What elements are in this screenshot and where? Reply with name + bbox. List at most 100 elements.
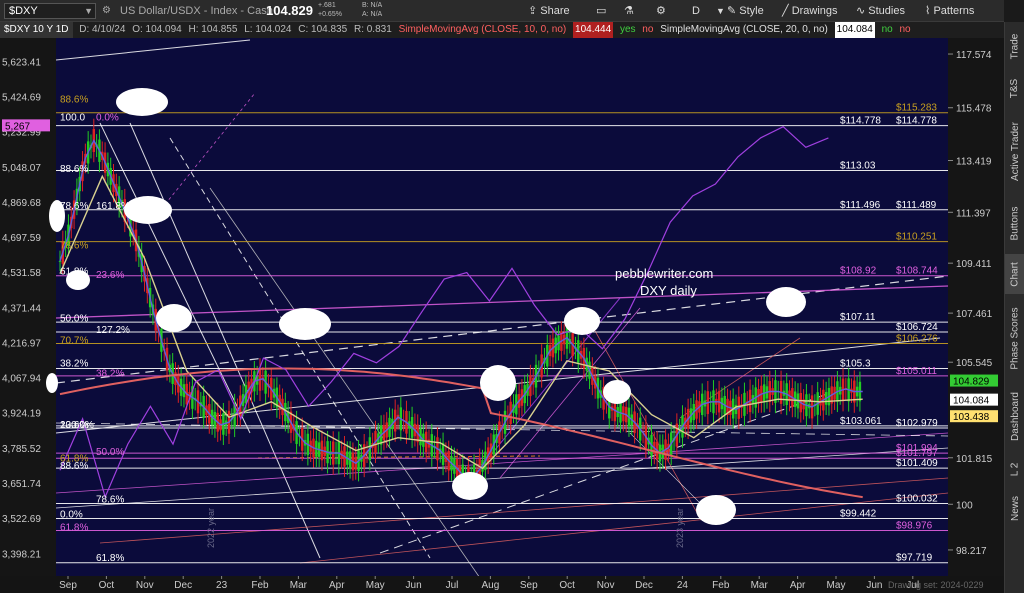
left-tick-label: 4,371.44 [2,303,41,314]
aggregation-button[interactable]: D [692,2,700,20]
price-badge-label: 104.084 [953,396,990,407]
bar-low: L: 104.024 [244,24,292,35]
x-tick-label: Feb [712,580,730,591]
pivot-marker[interactable] [696,495,736,525]
sma10-label[interactable]: SimpleMovingAvg (CLOSE, 10, 0, no) [399,22,567,38]
right-tick-label: 111.397 [956,208,991,219]
patterns-button[interactable]: ⌇ Patterns [925,2,974,20]
level-label: $105.3 [840,358,871,369]
sma20-no-2[interactable]: no [900,22,911,38]
gear-icon[interactable]: ⚙ [102,2,111,20]
style-label: Style [739,5,764,17]
pivot-marker[interactable] [603,380,631,404]
x-tick-label: May [366,580,385,591]
fib-label: 23.6% [60,420,88,431]
x-tick-label: Apr [790,580,806,591]
layout-icon[interactable]: ▭ [596,2,606,20]
share-button[interactable]: ⇪ Share [528,2,570,20]
chevron-down-icon[interactable]: ▼ [84,4,93,18]
x-tick-label: Aug [482,580,500,591]
bar-high: H: 104.855 [188,24,238,35]
level-label: $107.11 [840,312,876,323]
left-tick-label: 4,697.59 [2,233,41,244]
level-label: $113.03 [840,160,876,171]
symbol-input[interactable]: $DXY ▼ [4,3,96,19]
right-axis[interactable] [948,38,1004,576]
fib-label: 161.8% [96,201,130,212]
left-tick-label: 5,623.41 [2,57,41,68]
tab-buttons[interactable]: Buttons [1005,196,1024,250]
x-tick-label: Feb [251,580,269,591]
tab-chart[interactable]: Chart [1005,254,1024,294]
symbol-text: $DXY [9,5,38,17]
top-toolbar: $DXY ▼ ⚙ US Dollar/USDX - Index - Cash 1… [0,0,1004,22]
tab-news[interactable]: News [1005,488,1024,528]
left-tick-label: 4,216.97 [2,338,41,349]
year-marker-2023: 2023 year [675,508,685,548]
plot-area[interactable] [56,38,948,576]
x-tick-label: Oct [99,580,115,591]
fib-label: 38.2% [60,358,88,369]
share-icon: ⇪ [528,5,538,17]
tab-active-trader[interactable]: Active Trader [1005,110,1024,192]
fib-label: 61.8% [60,266,88,277]
x-tick-label: May [827,580,846,591]
x-tick-label: Jun [866,580,882,591]
left-tick-label: 5,424.69 [2,93,41,104]
sma10-no[interactable]: no [642,22,653,38]
fib-label: 78.6% [96,494,124,505]
x-tick-label: Mar [290,580,308,591]
level-label: $102.979 [896,418,938,429]
tab-level2[interactable]: L 2 [1005,454,1024,484]
x-tick-label: Nov [597,580,615,591]
fib-label: 0.0% [60,510,83,521]
tab-trade[interactable]: Trade [1005,26,1024,66]
pivot-marker[interactable] [116,88,168,116]
style-button[interactable]: ✎ Style [727,2,764,20]
bid-value: B: N/A [362,2,383,9]
pivot-marker[interactable] [564,307,600,335]
year-marker-2022: 2022 year [206,508,216,548]
ask-value: A: N/A [362,11,383,18]
studies-icon: ∿ [856,5,866,17]
level-label: $98.976 [896,521,933,532]
right-tick-label: 115.478 [956,104,992,115]
pivot-marker[interactable] [46,373,58,393]
sma20-label[interactable]: SimpleMovingAvg (CLOSE, 20, 0, no) [660,22,828,38]
level-label: $115.283 [896,103,937,114]
symbol-description: US Dollar/USDX - Index - Cash [120,5,273,17]
chart-period[interactable]: $DXY 10 Y 1D [0,22,73,38]
drawings-button[interactable]: ╱ Drawings [782,2,838,20]
chart-svg[interactable]: $115.283 $114.778 $114.778 $113.03 $111.496 $… [0,38,1004,593]
pivot-marker[interactable] [480,365,516,401]
flask-icon[interactable]: ⚗ [624,2,634,20]
pivot-marker[interactable] [766,287,806,317]
sma10-yes[interactable]: yes [620,22,636,38]
tab-dashboard[interactable]: Dashboard [1005,382,1024,450]
level-label: $110.251 [896,232,937,243]
sma20-no[interactable]: no [882,22,893,38]
x-tick-label: Sep [59,580,77,591]
annotation-line-1: pebblewriter.com [615,266,713,281]
settings-icon[interactable]: ⚙ [656,2,666,20]
drawings-label: Drawings [791,5,838,17]
price-chart[interactable]: $115.283 $114.778 $114.778 $113.03 $111.496 $… [0,38,1004,593]
level-label: $114.778 [840,116,881,127]
tab-phase-scores[interactable]: Phase Scores [1005,298,1024,378]
studies-button[interactable]: ∿ Studies [856,2,905,20]
pivot-marker[interactable] [156,304,192,332]
bar-close: C: 104.835 [298,24,348,35]
tab-time-sales[interactable]: T&S [1005,70,1024,106]
pivot-marker[interactable] [279,308,331,340]
chevron-down-icon[interactable]: ▼ [716,2,725,20]
x-tick-label: Oct [559,580,575,591]
pivot-marker[interactable] [124,196,172,224]
level-label: $114.778 [896,116,937,127]
left-tick-label: 3,924.19 [2,409,41,420]
fib-label: 100.0 [60,113,85,124]
sma10-value: 104.444 [573,22,614,38]
right-tick-label: 117.574 [956,50,992,61]
pivot-marker[interactable] [452,472,488,500]
x-tick-label: Dec [635,580,653,591]
level-label: $101.409 [896,458,938,469]
